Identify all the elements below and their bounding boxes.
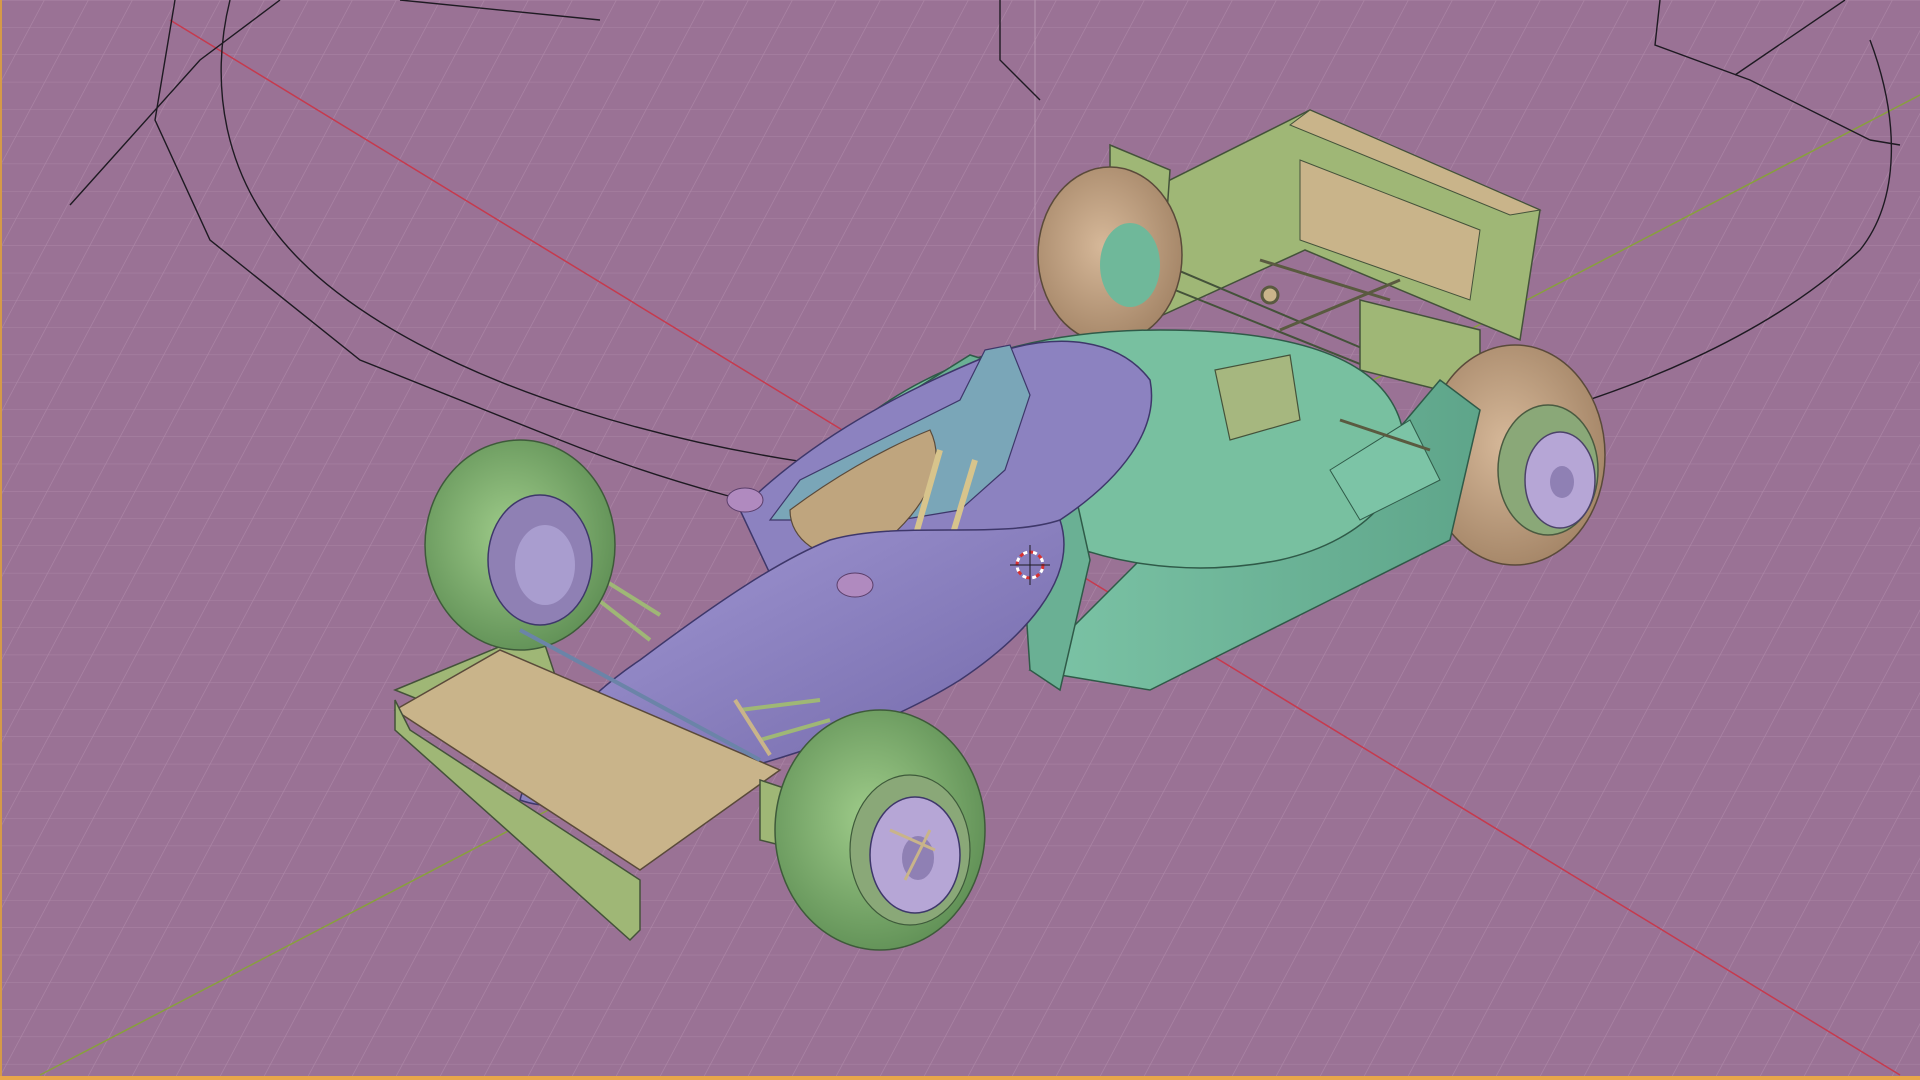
3d-viewport[interactable] [0,0,1920,1080]
front-left-tire[interactable] [424,439,616,651]
rear-left-tire[interactable] [1037,166,1183,344]
viewport-bottom-border [0,1076,1920,1080]
viewport-canvas[interactable] [0,0,1920,1080]
viewport-left-border [0,0,2,1080]
front-right-tire[interactable] [774,709,986,951]
